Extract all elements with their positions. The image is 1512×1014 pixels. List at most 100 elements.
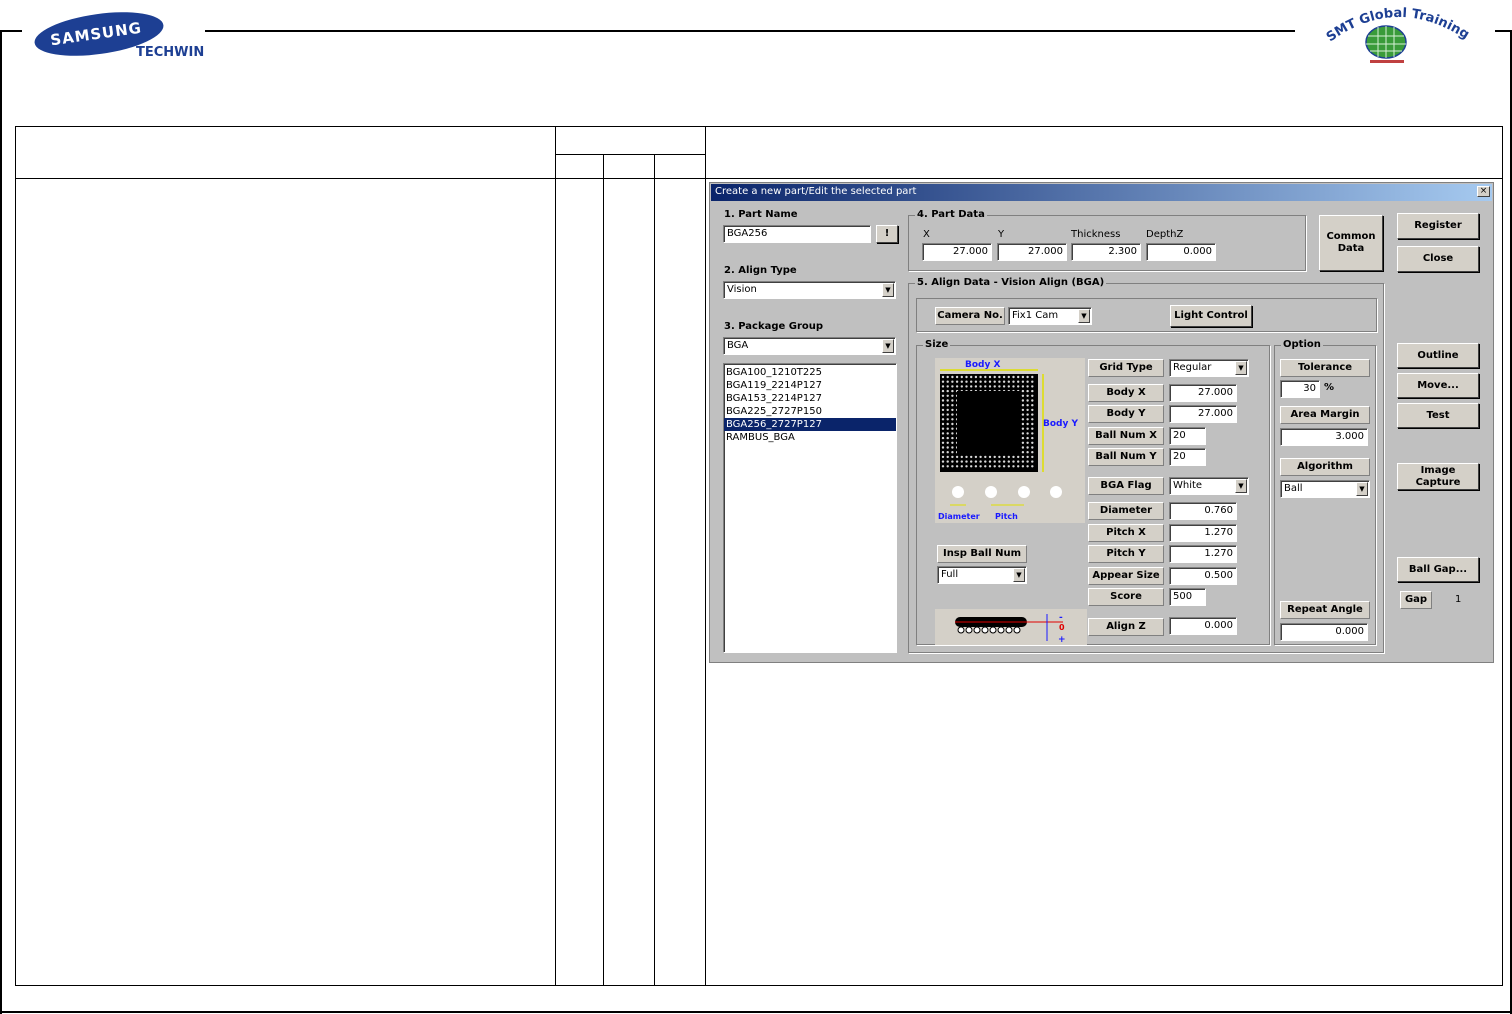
- repeat-angle-input[interactable]: 0.000: [1280, 623, 1368, 641]
- diameter-input[interactable]: 0.760: [1169, 502, 1237, 520]
- chevron-down-icon[interactable]: ▼: [1013, 568, 1025, 582]
- header-rule-left: [0, 30, 22, 32]
- chevron-down-icon[interactable]: ▼: [882, 339, 894, 353]
- score-input[interactable]: 500: [1169, 588, 1206, 606]
- side-view-diagram: - 0 +: [935, 609, 1087, 645]
- area-margin-label: Area Margin: [1280, 406, 1370, 424]
- table-divider: [603, 154, 604, 986]
- gap-label: Gap: [1400, 591, 1432, 609]
- part-data-title: 4. Part Data: [915, 209, 987, 220]
- pitch-y-input[interactable]: 1.270: [1169, 545, 1237, 563]
- thickness-input[interactable]: 2.300: [1071, 243, 1141, 261]
- common-data-button[interactable]: Common Data: [1319, 215, 1383, 271]
- appear-size-input[interactable]: 0.500: [1169, 567, 1237, 585]
- training-center-logo: SMT Global Training Center: [1318, 0, 1476, 63]
- chevron-down-icon[interactable]: ▼: [1356, 482, 1368, 496]
- align-type-select[interactable]: Vision ▼: [723, 281, 896, 299]
- chevron-down-icon[interactable]: ▼: [882, 283, 894, 297]
- frame-left: [0, 30, 2, 1014]
- bga-flag-select[interactable]: White ▼: [1169, 477, 1249, 495]
- close-icon[interactable]: ×: [1477, 186, 1490, 197]
- package-group-select[interactable]: BGA ▼: [723, 337, 896, 355]
- chevron-down-icon[interactable]: ▼: [1078, 309, 1090, 323]
- thickness-label: Thickness: [1071, 229, 1121, 240]
- algorithm-value: Ball: [1284, 483, 1303, 494]
- package-list[interactable]: BGA100_1210T225 BGA119_2214P127 BGA153_2…: [723, 363, 897, 653]
- algorithm-select[interactable]: Ball ▼: [1280, 480, 1370, 498]
- dialog-title: Create a new part/Edit the selected part: [711, 184, 1492, 201]
- list-item[interactable]: BGA119_2214P127: [724, 379, 896, 392]
- close-button[interactable]: Close: [1397, 246, 1479, 272]
- body-x-caption: Body X: [965, 360, 1000, 370]
- ball-num-y-label: Ball Num Y: [1088, 448, 1164, 466]
- chevron-down-icon[interactable]: ▼: [1235, 479, 1247, 493]
- insp-ball-num-label: Insp Ball Num: [937, 545, 1027, 563]
- image-capture-button[interactable]: Image Capture: [1397, 463, 1479, 490]
- camera-select[interactable]: Fix1 Cam ▼: [1008, 307, 1092, 325]
- camera-value: Fix1 Cam: [1012, 310, 1059, 321]
- list-item-selected[interactable]: BGA256_2727P127: [724, 418, 896, 431]
- table-divider: [705, 126, 706, 986]
- chevron-down-icon[interactable]: ▼: [1235, 361, 1247, 375]
- side-zero-label: 0: [1059, 623, 1065, 632]
- ball-num-x-label: Ball Num X: [1088, 427, 1164, 445]
- side-plus-label: +: [1058, 635, 1066, 645]
- bga-package-diagram: Body X Body Y Diameter Pitch: [935, 358, 1085, 523]
- option-title: Option: [1281, 339, 1323, 350]
- grid-type-value: Regular: [1173, 362, 1212, 373]
- register-button[interactable]: Register: [1397, 213, 1479, 239]
- bga-flag-value: White: [1173, 480, 1203, 491]
- area-margin-input[interactable]: 3.000: [1280, 428, 1368, 446]
- pitch-x-input[interactable]: 1.270: [1169, 524, 1237, 542]
- ball-num-x-input[interactable]: 20: [1169, 427, 1206, 445]
- move-button[interactable]: Move...: [1397, 373, 1479, 398]
- part-x-label: X: [923, 229, 930, 240]
- diameter-caption: Diameter: [938, 512, 980, 521]
- tolerance-label: Tolerance: [1280, 359, 1370, 377]
- pitch-caption: Pitch: [995, 512, 1018, 521]
- repeat-angle-label: Repeat Angle: [1280, 601, 1370, 619]
- grid-type-label: Grid Type: [1088, 359, 1164, 377]
- part-x-input[interactable]: 27.000: [922, 243, 992, 261]
- depthz-label: DepthZ: [1146, 229, 1184, 240]
- size-title: Size: [923, 339, 951, 350]
- list-item[interactable]: RAMBUS_BGA: [724, 431, 896, 444]
- table-divider: [555, 126, 556, 986]
- align-z-input[interactable]: 0.000: [1169, 617, 1237, 635]
- body-y-input[interactable]: 27.000: [1169, 405, 1237, 423]
- align-type-label: 2. Align Type: [724, 265, 797, 276]
- outline-button[interactable]: Outline: [1397, 343, 1479, 368]
- list-item[interactable]: BGA153_2214P127: [724, 392, 896, 405]
- frame-bottom: [0, 1011, 1512, 1013]
- part-name-apply-button[interactable]: !: [876, 225, 898, 243]
- ball-num-y-input[interactable]: 20: [1169, 448, 1206, 466]
- score-label: Score: [1088, 588, 1164, 606]
- package-group-label: 3. Package Group: [724, 321, 824, 332]
- bga-flag-label: BGA Flag: [1088, 477, 1164, 495]
- part-editor-dialog: Create a new part/Edit the selected part…: [709, 182, 1494, 663]
- depthz-input[interactable]: 0.000: [1146, 243, 1216, 261]
- list-item[interactable]: BGA100_1210T225: [724, 366, 896, 379]
- tolerance-input[interactable]: 30: [1280, 380, 1320, 398]
- insp-ball-num-select[interactable]: Full ▼: [937, 566, 1027, 584]
- part-y-input[interactable]: 27.000: [997, 243, 1067, 261]
- test-button[interactable]: Test: [1397, 403, 1479, 428]
- body-x-input[interactable]: 27.000: [1169, 384, 1237, 402]
- list-item[interactable]: BGA225_2727P150: [724, 405, 896, 418]
- grid-type-select[interactable]: Regular ▼: [1169, 359, 1249, 377]
- part-name-input[interactable]: BGA256: [723, 225, 871, 243]
- align-data-title: 5. Align Data - Vision Align (BGA): [915, 277, 1107, 288]
- ball-gap-button[interactable]: Ball Gap...: [1397, 557, 1479, 582]
- table-header-bottom: [15, 178, 1503, 179]
- side-minus-label: -: [1059, 613, 1063, 623]
- techwin-wordmark: TECHWIN: [136, 45, 205, 60]
- table-divider: [555, 154, 705, 155]
- body-y-caption: Body Y: [1043, 419, 1078, 429]
- pitch-x-label: Pitch X: [1088, 524, 1164, 542]
- align-z-label: Align Z: [1088, 618, 1164, 636]
- package-group-value: BGA: [727, 340, 749, 351]
- tolerance-unit: %: [1324, 382, 1335, 393]
- light-control-button[interactable]: Light Control: [1170, 305, 1252, 327]
- gap-value: 1: [1455, 594, 1462, 605]
- appear-size-label: Appear Size: [1088, 567, 1164, 585]
